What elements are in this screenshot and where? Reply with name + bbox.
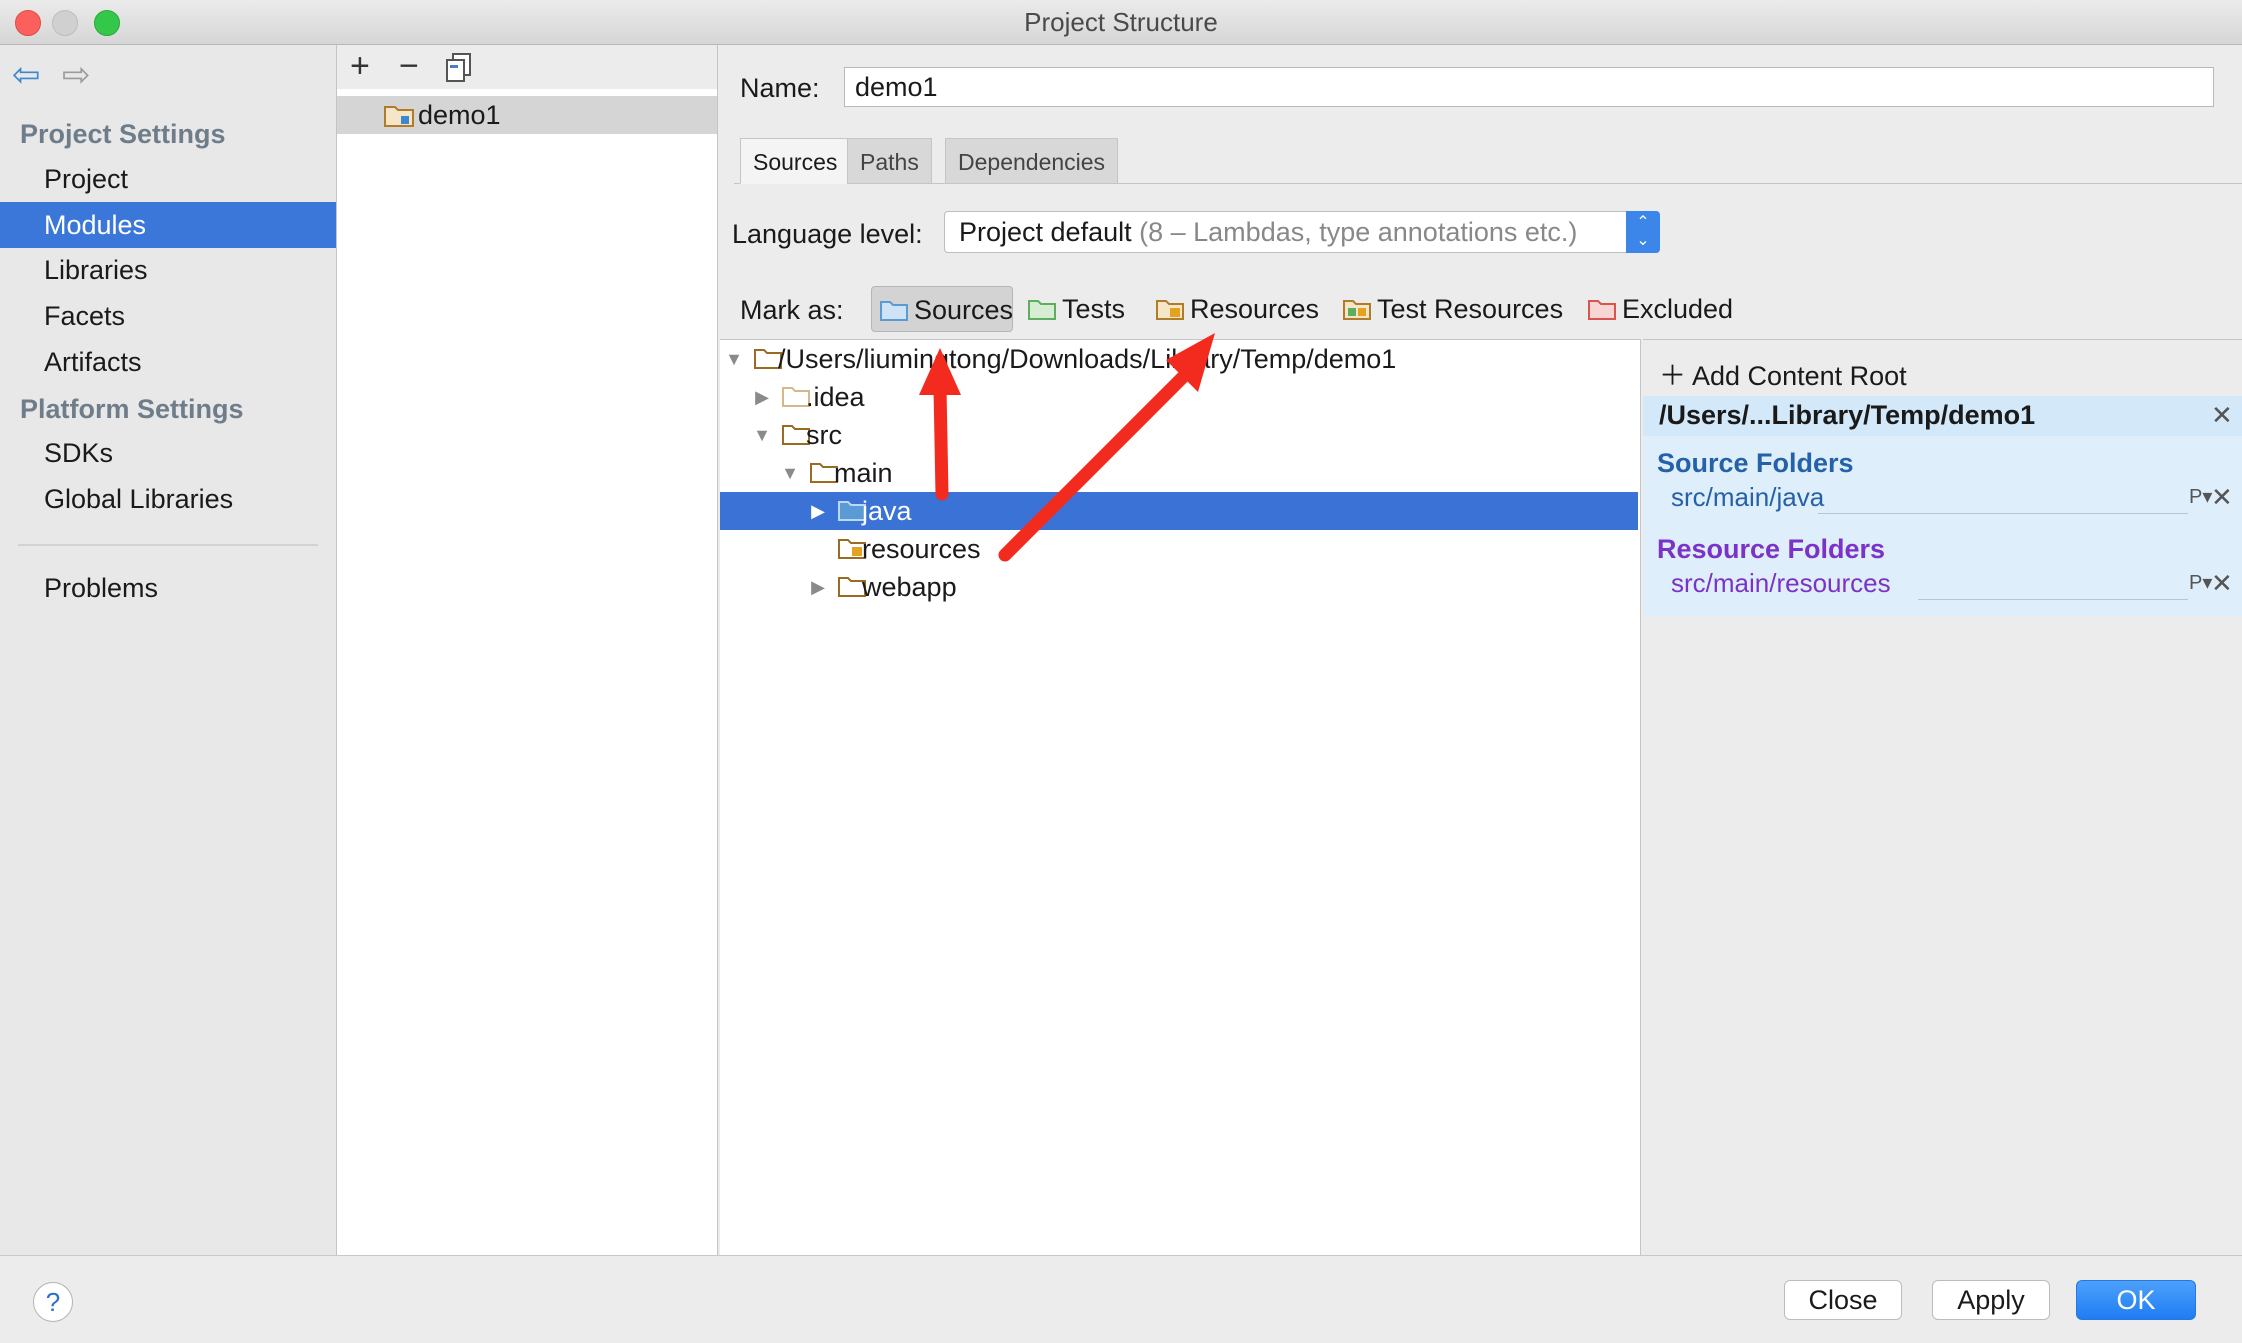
expand-right-icon[interactable]: ▶ bbox=[752, 378, 772, 416]
mark-as-sources-button[interactable]: Sources bbox=[871, 286, 1013, 332]
mark-as-excluded-button[interactable]: Excluded bbox=[1580, 286, 1740, 332]
content-root-path: /Users/...Library/Temp/demo1 bbox=[1659, 400, 2036, 430]
resources-folder-icon bbox=[1156, 300, 1184, 320]
mark-as-test-resources-button[interactable]: Test Resources bbox=[1335, 286, 1575, 332]
window-title: Project Structure bbox=[1024, 7, 1218, 37]
forward-arrow-icon[interactable]: ⇨ bbox=[62, 55, 91, 95]
plus-icon: ＋ bbox=[1659, 361, 1686, 391]
mark-as-label: Mark as: bbox=[740, 295, 844, 325]
modules-panel: + − demo1 bbox=[337, 45, 718, 1255]
tests-folder-icon bbox=[1028, 300, 1056, 320]
sidebar-item-libraries[interactable]: Libraries bbox=[0, 247, 336, 293]
tree-label-resources: resources bbox=[862, 534, 981, 564]
expand-right-icon[interactable]: ▶ bbox=[808, 492, 828, 530]
sidebar-item-sdks[interactable]: SDKs bbox=[0, 430, 336, 476]
tree-label-webapp: webapp bbox=[862, 572, 957, 602]
resource-folders-title: Resource Folders bbox=[1657, 534, 1886, 564]
expand-down-icon[interactable]: ▼ bbox=[752, 416, 772, 454]
edit-properties-icon[interactable]: P▾ bbox=[2189, 570, 2212, 595]
back-arrow-icon[interactable]: ⇦ bbox=[12, 55, 41, 95]
tree-label-src: src bbox=[806, 420, 842, 450]
tab-paths[interactable]: Paths bbox=[847, 138, 932, 184]
ok-button[interactable]: OK bbox=[2076, 1280, 2196, 1320]
resource-folder-item[interactable]: src/main/resources bbox=[1671, 568, 1891, 599]
tree-label-idea: .idea bbox=[806, 382, 865, 412]
language-level-label: Language level: bbox=[732, 219, 923, 249]
module-name-input[interactable] bbox=[844, 67, 2214, 107]
mark-as-resources-label: Resources bbox=[1190, 294, 1320, 324]
modules-toolbar: + − bbox=[337, 45, 717, 89]
language-level-hint: (8 – Lambdas, type annotations etc.) bbox=[1139, 217, 1578, 247]
copy-icon[interactable] bbox=[445, 53, 473, 83]
sidebar-item-modules[interactable]: Modules bbox=[0, 202, 336, 248]
mark-as-sources-label: Sources bbox=[914, 295, 1014, 325]
module-folder-icon bbox=[384, 106, 414, 127]
language-level-select[interactable]: Project default (8 – Lambdas, type annot… bbox=[944, 211, 1660, 253]
sidebar-divider bbox=[18, 544, 318, 546]
help-button[interactable]: ? bbox=[33, 1282, 73, 1322]
tree-label-java: java bbox=[862, 496, 912, 526]
add-module-button[interactable]: + bbox=[350, 49, 370, 83]
sidebar-item-global-libraries[interactable]: Global Libraries bbox=[0, 476, 336, 522]
tree-row-webapp[interactable]: ▶ webapp bbox=[720, 568, 1638, 606]
tree-row-main[interactable]: ▼ main bbox=[720, 454, 1638, 492]
remove-resource-folder-icon[interactable]: ✕ bbox=[2211, 568, 2233, 599]
edit-properties-icon[interactable]: P▾ bbox=[2189, 484, 2212, 509]
sidebar-item-facets[interactable]: Facets bbox=[0, 293, 336, 339]
sidebar-item-artifacts[interactable]: Artifacts bbox=[0, 339, 336, 385]
excluded-folder-icon bbox=[1588, 300, 1616, 320]
mark-as-tests-label: Tests bbox=[1062, 294, 1126, 324]
title-bar: Project Structure bbox=[0, 0, 2242, 45]
tree-row-resources[interactable]: resources bbox=[720, 530, 1638, 568]
remove-module-button[interactable]: − bbox=[399, 49, 419, 83]
expand-right-icon[interactable]: ▶ bbox=[808, 568, 828, 606]
language-level-value: Project default bbox=[959, 217, 1132, 247]
module-item-demo1[interactable]: demo1 bbox=[337, 96, 717, 134]
select-stepper-icon: ⌃ ⌄ bbox=[1626, 211, 1660, 253]
source-folder-item[interactable]: src/main/java bbox=[1671, 482, 1824, 513]
name-label: Name: bbox=[740, 73, 820, 103]
section-platform-settings: Platform Settings bbox=[20, 394, 244, 424]
settings-sidebar: ⇦ ⇨ Project Settings Project Modules Lib… bbox=[0, 45, 337, 1255]
tree-label-main: main bbox=[834, 458, 893, 488]
tree-row-idea[interactable]: ▶ .idea bbox=[720, 378, 1638, 416]
tab-dependencies[interactable]: Dependencies bbox=[945, 138, 1119, 184]
test-resources-folder-icon bbox=[1343, 300, 1371, 320]
add-content-root-button[interactable]: ＋ Add Content Root bbox=[1659, 354, 1907, 393]
tree-label-root: /Users/liumingtong/Downloads/Library/Tem… bbox=[778, 344, 1397, 374]
expand-down-icon[interactable]: ▼ bbox=[780, 454, 800, 492]
tree-row-java[interactable]: ▶ java bbox=[720, 492, 1638, 530]
mark-as-test-resources-label: Test Resources bbox=[1377, 294, 1564, 324]
dialog-footer: ? Close Apply OK bbox=[0, 1255, 2242, 1343]
source-folders-title: Source Folders bbox=[1657, 448, 1854, 478]
tree-row-src[interactable]: ▼ src bbox=[720, 416, 1638, 454]
resource-folder-dotline bbox=[1918, 599, 2188, 600]
content-root-panel: ＋ Add Content Root /Users/...Library/Tem… bbox=[1643, 339, 2242, 1256]
section-project-settings: Project Settings bbox=[20, 119, 226, 149]
expand-down-icon[interactable]: ▼ bbox=[724, 340, 744, 378]
module-label: demo1 bbox=[418, 100, 501, 130]
content-root-box: /Users/...Library/Temp/demo1 ✕ Source Fo… bbox=[1643, 396, 2242, 616]
close-button[interactable]: Close bbox=[1784, 1280, 1902, 1320]
mark-as-tests-button[interactable]: Tests bbox=[1020, 286, 1140, 332]
sources-folder-icon bbox=[880, 301, 908, 321]
remove-source-folder-icon[interactable]: ✕ bbox=[2211, 482, 2233, 513]
tab-sources[interactable]: Sources bbox=[740, 138, 851, 184]
sidebar-item-problems[interactable]: Problems bbox=[0, 565, 336, 611]
module-settings: Name: Sources Paths Dependencies Languag… bbox=[718, 45, 2242, 1256]
apply-button[interactable]: Apply bbox=[1932, 1280, 2050, 1320]
content-root-header: /Users/...Library/Temp/demo1 ✕ bbox=[1643, 396, 2242, 436]
directory-tree[interactable]: ▼ /Users/liumingtong/Downloads/Library/T… bbox=[720, 339, 1641, 1256]
tree-row-root[interactable]: ▼ /Users/liumingtong/Downloads/Library/T… bbox=[720, 340, 1638, 378]
sidebar-item-project[interactable]: Project bbox=[0, 156, 336, 202]
add-content-root-label: Add Content Root bbox=[1692, 361, 1907, 391]
source-folder-dotline bbox=[1818, 513, 2188, 514]
mark-as-resources-button[interactable]: Resources bbox=[1148, 286, 1328, 332]
remove-content-root-icon[interactable]: ✕ bbox=[2211, 400, 2233, 431]
mark-as-excluded-label: Excluded bbox=[1622, 294, 1734, 324]
